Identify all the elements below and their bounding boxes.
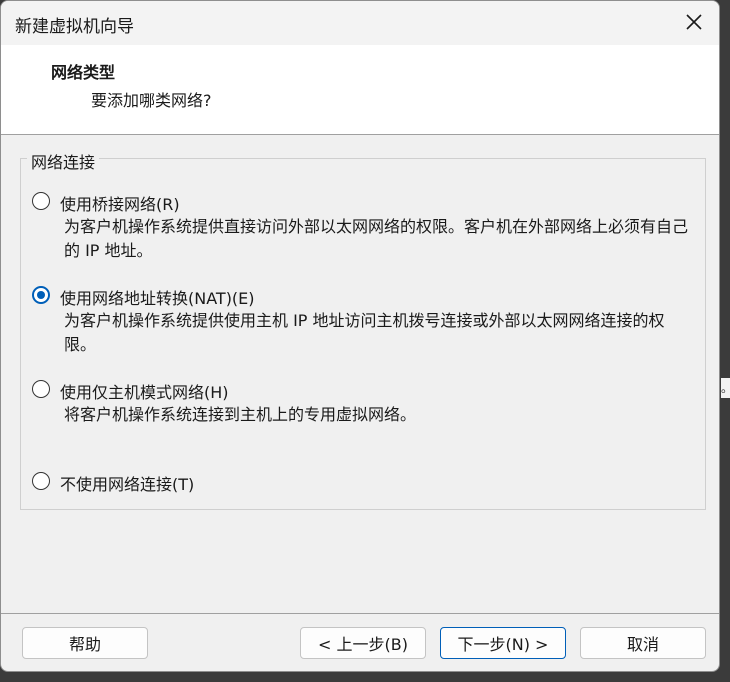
bridged-label[interactable]: 使用桥接网络(R) (60, 191, 180, 215)
group-label: 网络连接 (27, 149, 100, 173)
back-button[interactable]: < 上一步(B) (300, 627, 426, 659)
host-only-label[interactable]: 使用仅主机模式网络(H) (60, 379, 229, 403)
page-title: 网络类型 (51, 63, 116, 82)
no-network-label[interactable]: 不使用网络连接(T) (60, 471, 194, 495)
nat-label[interactable]: 使用网络地址转换(NAT)(E) (60, 285, 255, 309)
wizard-header: 网络类型 要添加哪类网络? (1, 45, 719, 135)
cancel-button[interactable]: 取消 (580, 627, 706, 659)
page-subtitle: 要添加哪类网络? (91, 91, 212, 110)
new-vm-wizard-dialog: 新建虚拟机向导 网络类型 要添加哪类网络? 网络连接 使用桥接网络(R) 为客户… (0, 0, 720, 672)
help-button[interactable]: 帮助 (22, 627, 148, 659)
host-only-radio[interactable] (32, 380, 50, 398)
bridged-radio[interactable] (32, 192, 50, 210)
footer-divider (1, 613, 719, 614)
bridged-description: 为客户机操作系统提供直接访问外部以太网网络的权限。客户机在外部网络上必须有自己的… (64, 217, 689, 260)
nat-description: 为客户机操作系统提供使用主机 IP 地址访问主机拨号连接或外部以太网网络连接的权… (64, 311, 665, 354)
next-button[interactable]: 下一步(N) > (440, 627, 566, 659)
nat-radio[interactable] (32, 286, 50, 304)
background-text-fragment: 。 (721, 378, 730, 398)
title-bar: 新建虚拟机向导 (1, 1, 719, 45)
close-button[interactable] (681, 9, 707, 35)
window-title: 新建虚拟机向导 (15, 17, 134, 37)
close-icon (686, 14, 702, 30)
host-only-description: 将客户机操作系统连接到主机上的专用虚拟网络。 (64, 405, 417, 424)
no-network-radio[interactable] (32, 472, 50, 490)
